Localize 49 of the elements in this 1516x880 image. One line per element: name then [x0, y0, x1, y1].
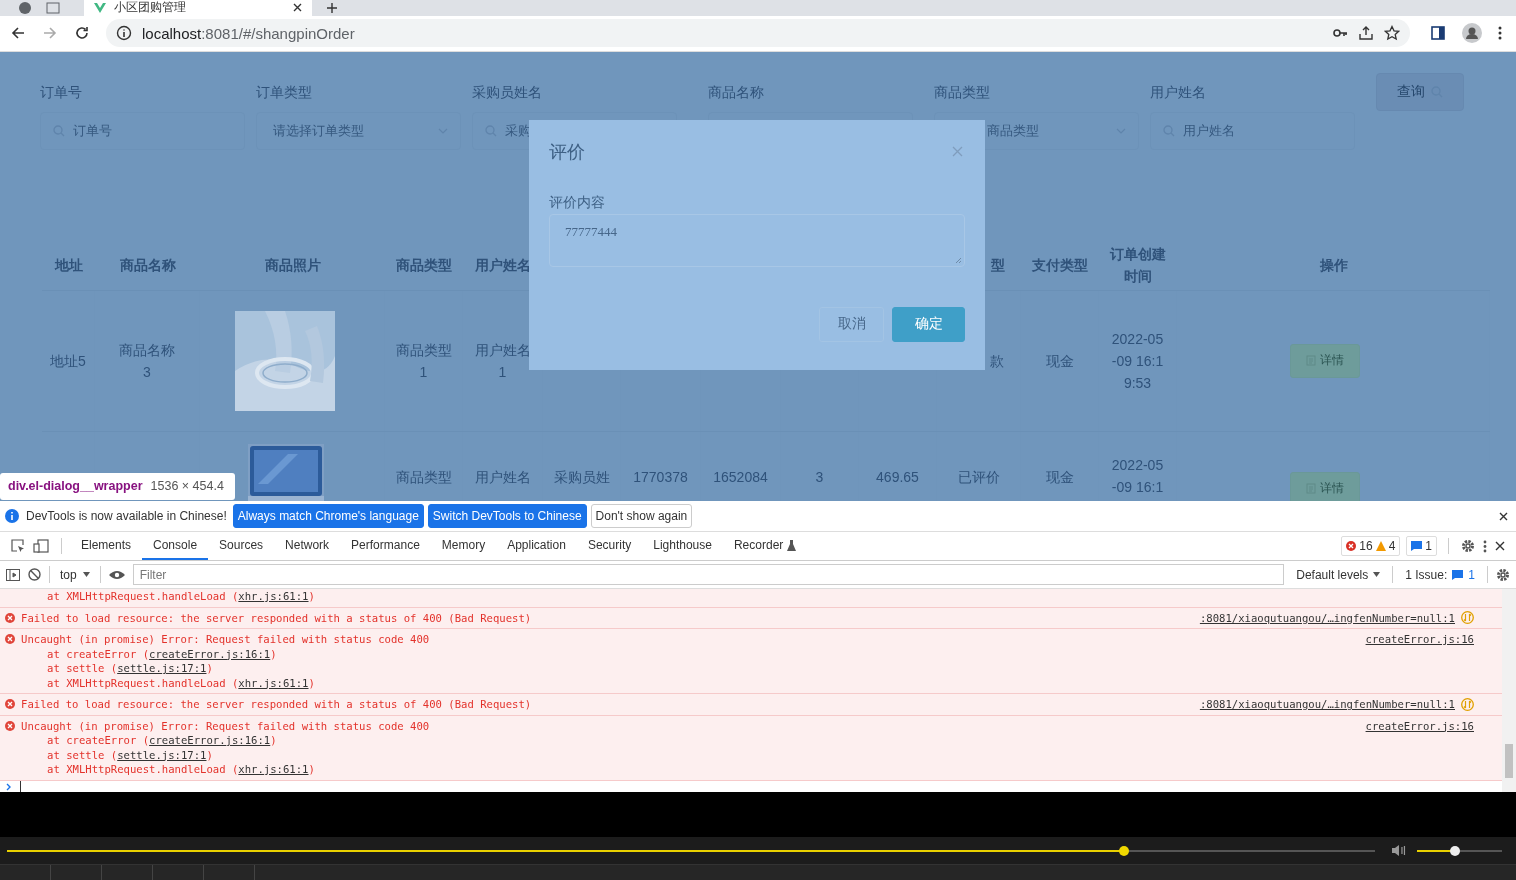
dialog-title: 评价 [549, 140, 585, 164]
stack-line: at XMLHttpRequest.handleLoad (xhr.js:61:1) [46, 589, 316, 604]
table-cell-text: 商品类型1 [395, 340, 452, 382]
column-header: 订单创建时间 [1110, 244, 1166, 286]
column-header: 型 [991, 255, 1005, 275]
table-cell-text: 469.65 [876, 467, 919, 487]
table-cell-text: 1770378 [633, 467, 688, 487]
column-header: 商品照片 [264, 255, 321, 275]
table-cell-text: 已评价 [957, 467, 1000, 487]
column-header: 地址 [54, 255, 83, 275]
table-cell-text: 地址5 [50, 351, 86, 371]
table-cell-text: 1652084 [713, 467, 768, 487]
column-header: 操作 [1319, 255, 1348, 275]
stack-line: at XMLHttpRequest.handleLoad (xhr.js:61:1) [46, 675, 316, 691]
table-cell-text: 款 [990, 351, 1004, 371]
filter-label: 商品名称 [708, 83, 765, 100]
column-header: 商品类型 [396, 255, 452, 275]
table-cell-text: 2022-05-09 16:1 [1110, 455, 1165, 497]
console-message: Uncaught (in promise) Error: Request failed with status code 400 [21, 718, 430, 734]
table-cell-text: 采购员姓 [553, 467, 610, 487]
table-cell-text: 用户姓名1 [474, 340, 531, 382]
filter-label: 采购员姓名 [472, 83, 543, 100]
url-text: localhost:8081/#/shangpinOrder [142, 24, 355, 42]
filter-label: 用户姓名 [1150, 83, 1207, 100]
table-cell-text: 现金 [1045, 351, 1074, 371]
console-message: Failed to load resource: the server responded with a status of 400 (Bad Request) [21, 697, 532, 712]
table-cell-text: 现金 [1045, 467, 1074, 487]
stack-line: at settle (settle.js:17:1) [46, 661, 214, 676]
column-header: 用户姓名 [475, 255, 531, 275]
filter-label: 商品类型 [934, 83, 991, 100]
stack-line: at createError (createError.js:16:1) [46, 733, 278, 748]
element-selector: div.el-dialog__wrapper [8, 479, 143, 494]
stack-line: at createError (createError.js:16:1) [46, 646, 278, 662]
table-cell-text: 2022-05-09 16:19:53 [1110, 329, 1165, 393]
element-size: 1536 × 454.4 [150, 479, 224, 494]
table-cell-text: 商品名称3 [119, 340, 175, 382]
column-header: 支付类型 [1032, 255, 1088, 275]
banner-message: DevTools is now available in Chinese! [26, 509, 227, 524]
filter-label: 订单类型 [256, 83, 313, 100]
console-message: Uncaught (in promise) Error: Request failed with status code 400 [21, 632, 430, 647]
column-header: 商品名称 [119, 255, 176, 275]
console-message: Failed to load resource: the server responded with a status of 400 (Bad Request) [21, 610, 532, 626]
table-cell-text: 用户姓名 [474, 467, 531, 487]
table-cell-text: 3 [815, 467, 824, 487]
table-cell-text: 商品类型 [395, 467, 452, 487]
stack-line: at XMLHttpRequest.handleLoad (xhr.js:61:1) [46, 762, 316, 777]
stack-line: at settle (settle.js:17:1) [46, 747, 214, 763]
filter-label: 订单号 [40, 83, 83, 100]
field-label: 评价内容 [549, 193, 605, 212]
